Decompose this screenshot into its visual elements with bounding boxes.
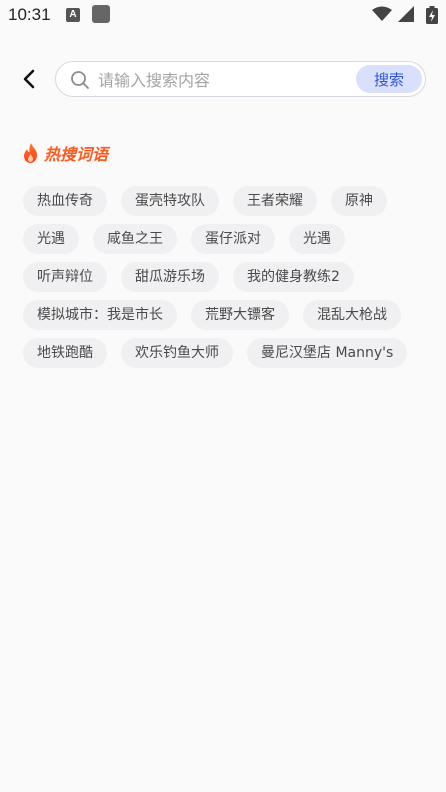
wifi-icon (372, 6, 392, 21)
back-arrow-icon (23, 69, 35, 89)
search-button[interactable]: 搜索 (356, 65, 422, 93)
fire-icon (24, 143, 37, 163)
hot-search-tag[interactable]: 王者荣耀 (233, 186, 317, 216)
search-icon (71, 71, 89, 89)
back-button[interactable] (16, 66, 42, 92)
battery-charging-icon (426, 6, 438, 24)
hot-search-tag[interactable]: 热血传奇 (23, 186, 107, 216)
notification-app-icon: A (66, 8, 80, 22)
hot-search-tag[interactable]: 我的健身教练2 (233, 262, 354, 292)
search-input[interactable] (96, 62, 350, 98)
hot-search-tag[interactable]: 欢乐钓鱼大师 (121, 338, 233, 368)
hot-search-tag[interactable]: 甜瓜游乐场 (121, 262, 219, 292)
hot-search-tag[interactable]: 原神 (331, 186, 387, 216)
search-box[interactable]: 搜索 (55, 61, 426, 98)
status-bar: 10:31 A (0, 0, 446, 32)
hot-search-tag[interactable]: 咸鱼之王 (93, 224, 177, 254)
hot-search-tag[interactable]: 混乱大枪战 (303, 300, 401, 330)
search-bar: 搜索 (0, 58, 446, 102)
hot-search-title: 热搜词语 (44, 145, 109, 164)
hot-search-tag[interactable]: 蛋壳特攻队 (121, 186, 219, 216)
notification-square-icon (92, 5, 110, 23)
hot-search-tag[interactable]: 荒野大镖客 (191, 300, 289, 330)
hot-search-tag[interactable]: 蛋仔派对 (191, 224, 275, 254)
hot-search-tag[interactable]: 光遇 (23, 224, 79, 254)
hot-search-tag[interactable]: 听声辩位 (23, 262, 107, 292)
hot-search-tag[interactable]: 光遇 (289, 224, 345, 254)
hot-search-tag[interactable]: 模拟城市：我是市长 (23, 300, 177, 330)
hot-search-header: 热搜词语 (23, 142, 108, 164)
signal-icon (398, 6, 414, 22)
hot-search-tags: 热血传奇 蛋壳特攻队 王者荣耀 原神 光遇 咸鱼之王 蛋仔派对 光遇 听声辩位 甜瓜游乐场 我的健身… (23, 186, 423, 368)
hot-search-tag[interactable]: 曼尼汉堡店 Manny's (247, 338, 408, 368)
hot-search-tag[interactable]: 地铁跑酷 (23, 338, 107, 368)
status-time: 10:31 (8, 5, 51, 24)
